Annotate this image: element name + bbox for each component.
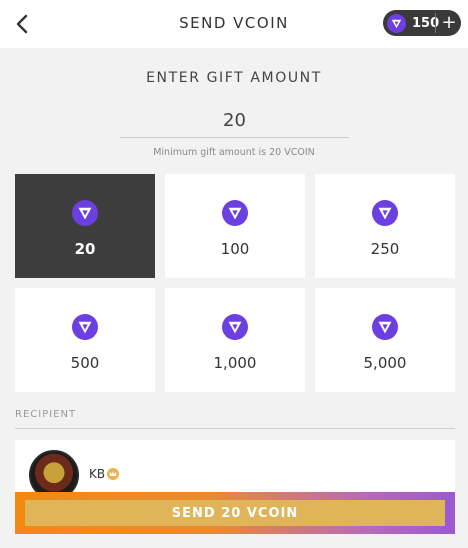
amount-option-value: 1,000 [213, 354, 257, 372]
header-bar: SEND VCOIN 150 + [0, 0, 468, 48]
amount-option-5000[interactable]: 5,000 [315, 288, 455, 392]
amount-option-value: 500 [70, 354, 100, 372]
send-vcoin-button[interactable]: SEND 20 VCOIN [25, 500, 445, 526]
recipient-card[interactable]: KB [15, 440, 455, 500]
vcoin-icon [372, 314, 398, 340]
add-vcoin-button[interactable]: + [438, 10, 460, 36]
send-button-container: SEND 20 VCOIN [15, 492, 455, 534]
amount-option-1000[interactable]: 1,000 [165, 288, 305, 392]
amount-option-value: 20 [74, 240, 96, 258]
balance-divider [435, 13, 436, 33]
minimum-amount-note: Minimum gift amount is 20 VCOIN [153, 147, 315, 158]
gift-amount-input[interactable] [120, 104, 349, 138]
vcoin-icon [72, 200, 98, 226]
recipient-name: KB [89, 467, 106, 481]
vcoin-icon [387, 13, 406, 33]
amount-option-value: 250 [370, 240, 400, 258]
recipient-name-row: KB [89, 467, 120, 481]
amount-option-value: 5,000 [363, 354, 407, 372]
vcoin-icon [372, 200, 398, 226]
vcoin-icon [222, 200, 248, 226]
amount-options-grid: 20 100 250 500 1,000 5,000 [15, 174, 455, 392]
recipient-section-label: RECIPIENT [15, 409, 77, 420]
section-divider [15, 428, 455, 429]
vcoin-balance-pill[interactable]: 150 + [383, 10, 461, 36]
vcoin-icon [222, 314, 248, 340]
amount-option-100[interactable]: 100 [165, 174, 305, 278]
gift-amount-label: ENTER GIFT AMOUNT [146, 70, 322, 86]
amount-option-500[interactable]: 500 [15, 288, 155, 392]
amount-option-20[interactable]: 20 [15, 174, 155, 278]
vcoin-icon [72, 314, 98, 340]
amount-option-250[interactable]: 250 [315, 174, 455, 278]
amount-option-value: 100 [220, 240, 250, 258]
crown-icon [107, 468, 120, 480]
